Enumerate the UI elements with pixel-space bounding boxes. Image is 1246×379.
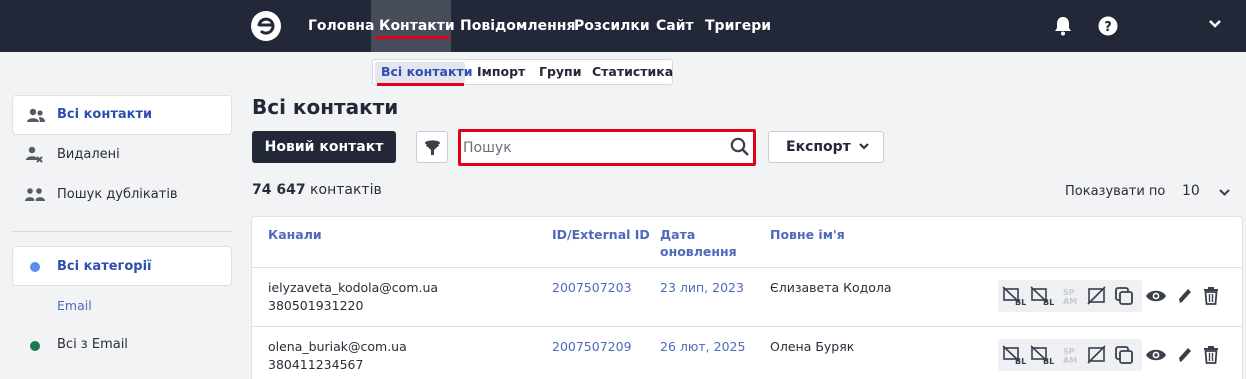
page-title: Всі контакти [252,95,399,119]
delete-trash-icon[interactable] [1202,286,1220,306]
svg-text:BL: BL [1015,357,1026,365]
search-input[interactable] [463,134,728,162]
column-header-full-name[interactable]: Повне ім'я [770,226,845,243]
contacts-icon [27,108,45,122]
edit-pencil-icon[interactable] [1176,286,1194,306]
spam-icon: SP AM [1063,288,1077,306]
bell-icon[interactable] [1054,16,1072,36]
row-actions: BL BL SP AM [998,339,1238,371]
subnav-item-import[interactable]: Імпорт [477,60,525,84]
svg-text:AM: AM [1063,356,1077,365]
svg-text:BL: BL [1043,298,1054,306]
contacts-count-suffix: контактів [310,182,382,198]
help-icon[interactable]: ? [1098,16,1118,36]
unsubscribed-icon[interactable] [1087,286,1107,306]
filter-icon [425,140,440,155]
row-full-name: Олена Буряк [770,339,855,354]
svg-text:BL: BL [1015,298,1026,306]
copy-icon[interactable] [1114,286,1134,306]
subnav-item-all-contacts[interactable]: Всі контакти [381,60,472,84]
sidebar-divider [12,231,232,232]
logo-icon[interactable] [250,10,282,42]
svg-text:?: ? [1104,20,1112,35]
column-header-channels[interactable]: Канали [268,226,322,243]
row-phone: 380411234567 [268,357,364,372]
row-full-name: Єлизавета Кодола [770,280,892,295]
column-header-updated[interactable]: Дата оновлення [660,226,737,260]
duplicates-icon [25,188,45,202]
sidebar-item-all-contacts[interactable]: Всі контакти [12,95,232,135]
per-page-select[interactable]: 10 [1182,183,1200,199]
row-updated-date: 26 лют, 2025 [660,339,746,354]
row-email: olena_buriak@com.ua [268,339,407,354]
blacklist-sms-icon[interactable]: BL [1030,345,1056,365]
category-all-with-email[interactable]: Всі з Email [57,337,128,352]
subnav-item-statistics[interactable]: Статистика [592,60,673,84]
nav-item-home[interactable]: Головна [308,0,374,52]
row-actions: BL BL SP AM [998,280,1238,312]
row-updated-date: 23 лип, 2023 [660,280,744,295]
sidebar-item-duplicates[interactable]: Пошук дублікатів [57,187,178,202]
row-id: 2007507203 [552,280,632,295]
svg-text:SP: SP [1063,347,1075,356]
contacts-count: 74 647 контактів [252,182,382,198]
view-eye-icon[interactable] [1145,286,1167,306]
column-header-updated-line1: Дата [660,227,696,242]
category-dot-icon [30,262,40,272]
per-page-label: Показувати по [1065,184,1166,199]
export-label: Експорт [786,139,851,155]
nav-item-messages[interactable]: Повідомлення [460,0,575,52]
nav-item-contacts[interactable]: Контакти [379,0,455,52]
contacts-count-number: 74 647 [252,182,306,198]
blacklist-email-icon[interactable]: BL [1002,345,1028,365]
search-icon[interactable] [730,137,750,157]
view-eye-icon[interactable] [1145,345,1167,365]
category-all[interactable]: Всі категорії [12,246,232,286]
category-all-label: Всі категорії [57,259,152,274]
per-page-chevron-down-icon[interactable] [1219,189,1230,196]
account-chevron-down-icon[interactable] [1208,19,1222,29]
nav-item-site[interactable]: Сайт [656,0,694,52]
export-button[interactable]: Експорт [768,131,884,163]
blacklist-email-icon[interactable]: BL [1002,286,1028,306]
sidebar-item-label: Всі контакти [57,107,153,122]
row-phone: 380501931220 [268,298,364,313]
chevron-down-icon [859,143,869,150]
category-email-header: Email [57,298,92,313]
svg-text:AM: AM [1063,297,1077,306]
unsubscribed-icon[interactable] [1087,345,1107,365]
deleted-contacts-icon [26,146,43,163]
filter-button[interactable] [416,131,448,163]
contacts-table: Канали ID/External ID Дата оновлення Пов… [251,216,1243,379]
svg-text:SP: SP [1063,288,1075,297]
top-nav-bar: Головна Контакти Повідомлення Розсилки С… [0,0,1246,52]
subnav-item-groups[interactable]: Групи [539,60,581,84]
column-header-id[interactable]: ID/External ID [552,226,650,243]
contacts-subnav: Всі контакти Імпорт Групи Статистика [372,59,673,85]
row-email: ielyzaveta_kodola@com.ua [268,280,439,295]
subnav-active-underline [377,83,464,86]
copy-icon[interactable] [1114,345,1134,365]
nav-active-underline [375,36,450,39]
category-green-dot-icon [30,341,40,351]
row-divider [252,326,1242,327]
nav-item-triggers[interactable]: Тригери [705,0,771,52]
new-contact-button[interactable]: Новий контакт [252,131,396,163]
spam-icon: SP AM [1063,347,1077,365]
row-divider [252,267,1242,268]
nav-item-campaigns[interactable]: Розсилки [574,0,650,52]
sidebar-item-deleted[interactable]: Видалені [57,147,120,162]
delete-trash-icon[interactable] [1202,345,1220,365]
svg-text:BL: BL [1043,357,1054,365]
blacklist-sms-icon[interactable]: BL [1030,286,1056,306]
edit-pencil-icon[interactable] [1176,345,1194,365]
column-header-updated-line2: оновлення [660,244,737,259]
row-id: 2007507209 [552,339,632,354]
